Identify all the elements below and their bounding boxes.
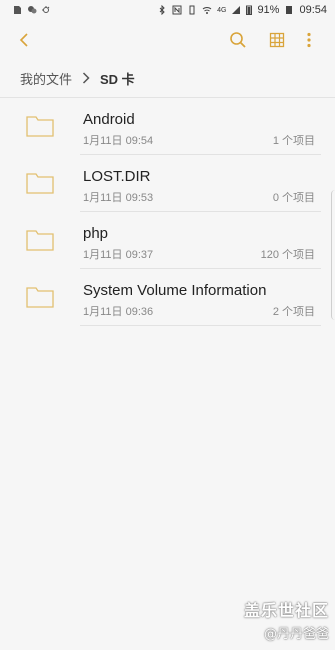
folder-name: Android (83, 111, 135, 128)
back-button[interactable] (12, 28, 36, 52)
grid-view-button[interactable] (265, 28, 289, 52)
search-button[interactable] (226, 28, 250, 52)
folder-item-count: 1 个项目 (272, 135, 315, 147)
folder-icon (26, 287, 54, 308)
nfc-icon (172, 5, 182, 15)
list-item[interactable]: LOST.DIR 1月11日 09:53 0 个项目 (0, 155, 335, 212)
list-item[interactable]: Android 1月11日 09:54 1 个项目 (0, 98, 335, 155)
back-arrow-icon (19, 33, 28, 47)
battery-percent: 91% (257, 4, 280, 16)
folder-date: 1月11日 09:53 (83, 192, 154, 204)
folder-date: 1月11日 09:36 (83, 306, 154, 318)
folder-item-count: 120 个项目 (260, 249, 315, 261)
wifi-icon (202, 7, 212, 14)
list-item[interactable]: php 1月11日 09:37 120 个项目 (0, 212, 335, 269)
battery-saver-icon (286, 6, 293, 14)
breadcrumb-current: SD 卡 (100, 71, 135, 87)
folder-name: php (83, 225, 109, 242)
folder-date: 1月11日 09:54 (83, 135, 154, 147)
chevron-right-icon (82, 72, 90, 84)
vibrate-icon (189, 5, 195, 15)
watermark-title: 盖乐世社区 (243, 601, 329, 620)
search-icon (230, 32, 246, 48)
list-item[interactable]: System Volume Information 1月11日 09:36 2 … (0, 269, 335, 326)
breadcrumb: 我的文件 SD 卡 (20, 68, 135, 88)
clock: 09:54 (299, 4, 327, 16)
more-options-icon (307, 32, 311, 48)
folder-name: LOST.DIR (83, 168, 151, 185)
status-bar: 4G 91% 09:54 (0, 0, 335, 20)
breadcrumb-root[interactable]: 我的文件 (20, 69, 72, 88)
more-options-button[interactable] (297, 28, 321, 52)
signal-icon (232, 6, 241, 14)
status-right: 4G 91% 09:54 (157, 4, 327, 16)
folder-name: System Volume Information (83, 282, 267, 299)
wechat-icon (28, 6, 37, 14)
status-left (12, 5, 52, 15)
watermark-author: @丹丹爸爸 (263, 627, 329, 642)
weather-icon (42, 6, 50, 13)
folder-icon (26, 173, 54, 194)
grid-view-icon (269, 32, 285, 48)
folder-icon (26, 116, 54, 137)
row-divider (80, 325, 321, 326)
folder-icon (26, 230, 54, 251)
folder-item-count: 2 个项目 (272, 306, 315, 318)
sd-card-icon (14, 6, 21, 14)
edge-panel-handle[interactable] (331, 190, 335, 320)
folder-date: 1月11日 09:37 (83, 249, 154, 261)
bluetooth-icon (159, 5, 165, 15)
file-list: Android 1月11日 09:54 1 个项目 LOST.DIR 1月11日… (0, 98, 335, 326)
watermark: 盖乐世社区 @丹丹爸爸 (244, 597, 329, 642)
folder-item-count: 0 个项目 (272, 192, 315, 204)
network-type-label: 4G (217, 6, 227, 14)
toolbar (0, 20, 335, 60)
battery-icon (246, 5, 253, 15)
